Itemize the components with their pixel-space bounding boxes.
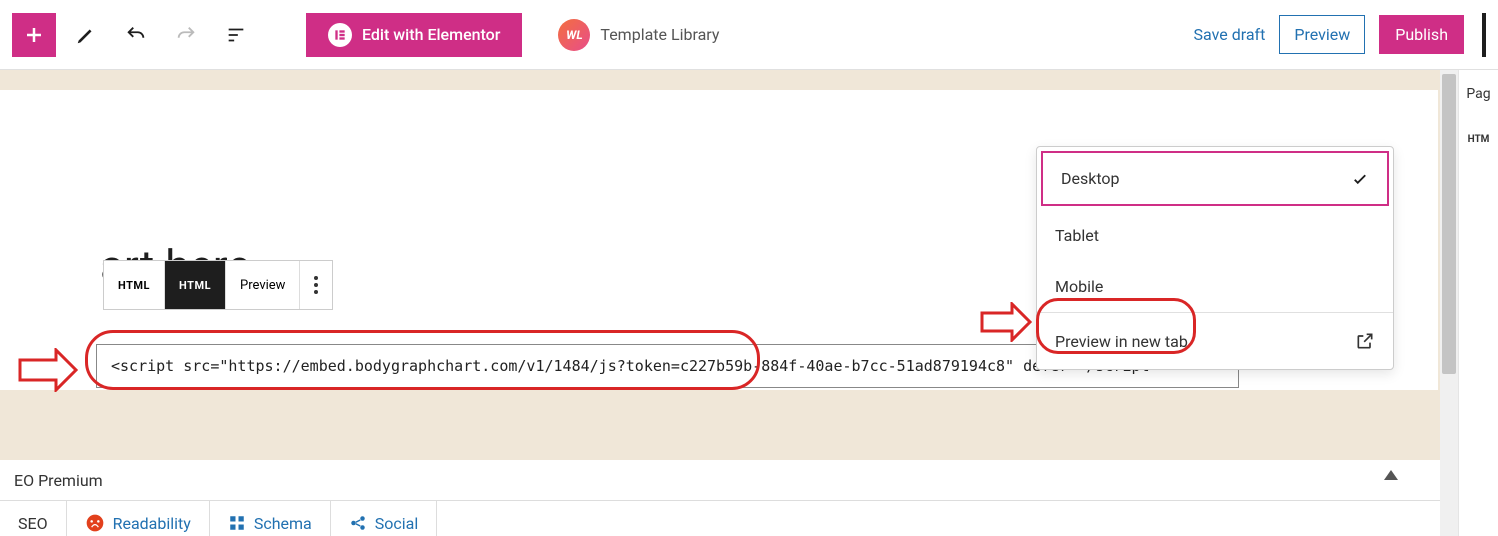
edit-with-elementor-button[interactable]: Edit with Elementor: [306, 13, 522, 57]
seo-tab-label: Readability: [113, 514, 191, 533]
plus-icon: [22, 23, 46, 47]
undo-icon: [125, 24, 147, 46]
block-type-indicator[interactable]: HTML: [104, 261, 165, 309]
preview-option-desktop[interactable]: Desktop: [1041, 151, 1389, 206]
seo-tab-social[interactable]: Social: [331, 501, 437, 536]
seo-panel-title: EO Premium: [14, 471, 103, 490]
publish-button[interactable]: Publish: [1379, 15, 1464, 54]
block-more-options[interactable]: [300, 261, 332, 309]
preview-option-label: Desktop: [1061, 169, 1120, 188]
template-library-button[interactable]: WL Template Library: [558, 19, 719, 51]
editor-canvas: art here HTML HTML Preview <script src="…: [0, 70, 1458, 536]
check-icon: [1351, 170, 1369, 188]
preview-option-mobile[interactable]: Mobile: [1037, 261, 1393, 312]
more-vertical-icon: [314, 276, 318, 294]
preview-option-tablet[interactable]: Tablet: [1037, 210, 1393, 261]
preview-button[interactable]: Preview: [1279, 15, 1365, 54]
sidebar-tab-block-html[interactable]: HTM: [1459, 118, 1498, 161]
sad-face-icon: [85, 513, 105, 533]
preview-newtab-label: Preview in new tab: [1055, 332, 1188, 351]
edit-button[interactable]: [66, 15, 106, 55]
redo-button[interactable]: [166, 15, 206, 55]
preview-in-new-tab[interactable]: Preview in new tab: [1037, 313, 1393, 369]
seo-tab-seo[interactable]: SEO: [0, 501, 67, 536]
preview-mode-tab[interactable]: Preview: [226, 261, 300, 309]
save-draft-button[interactable]: Save draft: [1194, 25, 1266, 44]
grid-icon: [228, 514, 246, 532]
toolbar-right: Save draft Preview Publish: [1194, 13, 1486, 57]
sidebar-tab-page[interactable]: Pag: [1459, 70, 1498, 118]
seo-panel-header[interactable]: EO Premium: [0, 460, 1458, 500]
preview-dropdown: Desktop Tablet Mobile Preview in new tab: [1036, 146, 1394, 370]
settings-sidebar-toggle[interactable]: [1482, 13, 1486, 57]
pencil-icon: [75, 24, 97, 46]
editor-toolbar: Edit with Elementor WL Template Library …: [0, 0, 1498, 70]
elementor-label: Edit with Elementor: [362, 25, 500, 44]
details-button[interactable]: [216, 15, 256, 55]
redo-icon: [175, 24, 197, 46]
html-mode-tab[interactable]: HTML: [165, 261, 226, 309]
template-library-logo-icon: WL: [558, 19, 590, 51]
share-icon: [349, 514, 367, 532]
toolbar-left: Edit with Elementor WL Template Library: [12, 13, 719, 57]
scrollbar[interactable]: [1440, 70, 1458, 536]
external-link-icon: [1355, 331, 1375, 351]
collapse-triangle-icon[interactable]: [1384, 470, 1398, 480]
details-icon: [225, 24, 247, 46]
seo-panel: EO Premium SEO Readability Schema Social…: [0, 460, 1458, 536]
template-library-label: Template Library: [600, 25, 719, 44]
seo-tab-label: Schema: [254, 514, 312, 533]
seo-tabs: SEO Readability Schema Social: [0, 500, 1458, 536]
undo-button[interactable]: [116, 15, 156, 55]
seo-tab-schema[interactable]: Schema: [210, 501, 331, 536]
add-block-button[interactable]: [12, 13, 56, 57]
seo-tab-label: Social: [375, 514, 418, 533]
scrollbar-thumb[interactable]: [1442, 74, 1456, 374]
right-sidebar: Pag HTM: [1458, 70, 1498, 536]
block-toolbar: HTML HTML Preview: [103, 260, 333, 310]
annotation-arrow-icon: [18, 348, 78, 392]
elementor-logo-icon: [328, 23, 352, 47]
annotation-arrow-icon: [980, 302, 1032, 342]
seo-tab-readability[interactable]: Readability: [67, 501, 210, 536]
